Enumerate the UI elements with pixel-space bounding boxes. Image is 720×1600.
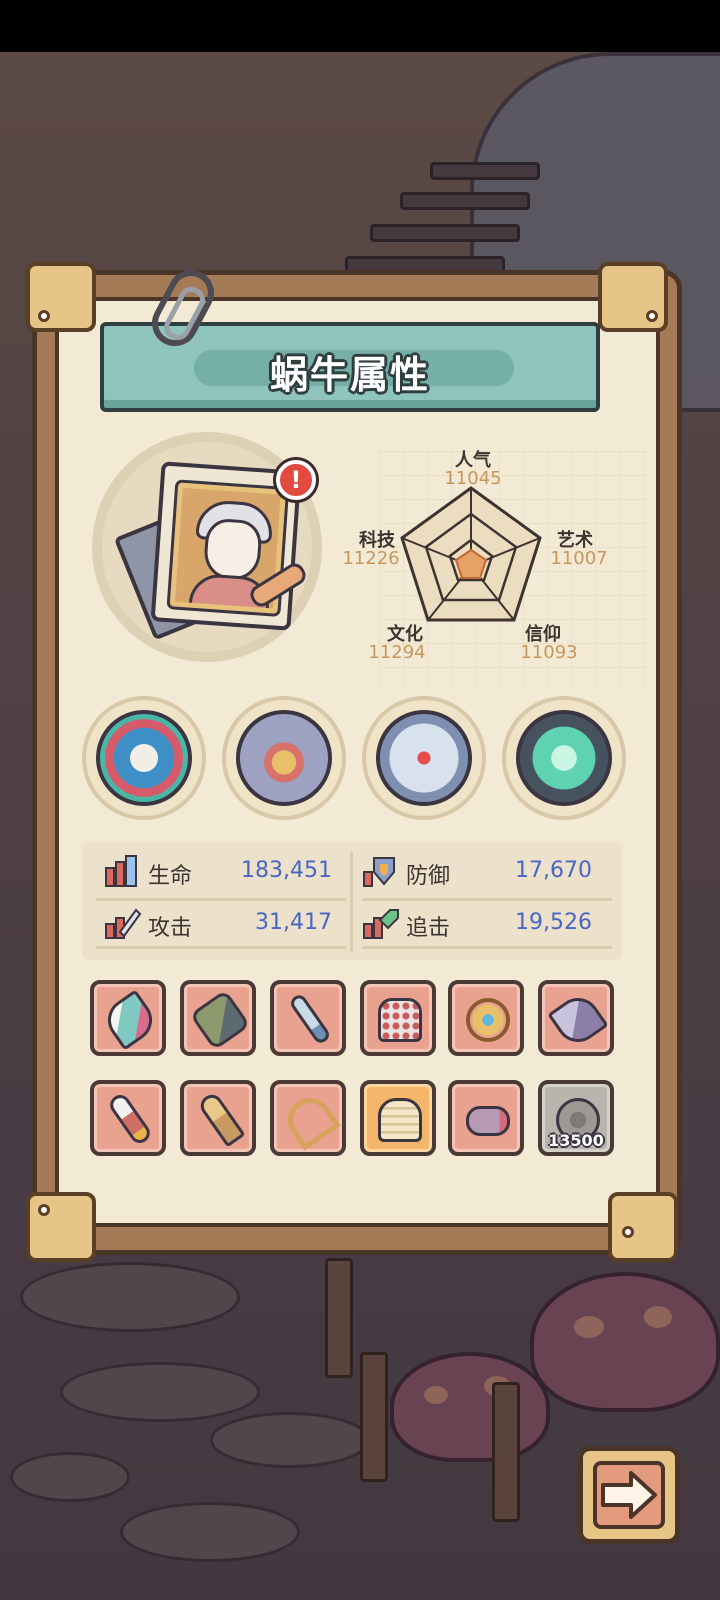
stat-value-defense: 17,670	[515, 858, 592, 883]
unlock-cost: 13500	[548, 1131, 604, 1150]
panel-corner-bottom-right	[608, 1192, 678, 1262]
scroll-icon	[466, 1106, 510, 1136]
stat-value-pursuit: 19,526	[515, 910, 592, 935]
equipment-slot[interactable]	[448, 980, 524, 1056]
attack-stat-icon	[105, 908, 142, 939]
stat-value-attack: 31,417	[255, 910, 332, 935]
jade-portal-relic-icon	[516, 710, 612, 806]
equipment-slot[interactable]	[360, 980, 436, 1056]
bow-icon	[279, 1089, 341, 1151]
radar-value-popularity: 11045	[444, 468, 502, 489]
relic-slot-4[interactable]	[502, 696, 626, 820]
stat-label-pursuit: 追击	[406, 916, 451, 941]
drill-staff-icon	[106, 1091, 154, 1147]
equipment-slot[interactable]	[90, 980, 166, 1056]
sword-icon	[287, 992, 333, 1046]
equipment-slot-locked[interactable]: 13500	[538, 1080, 614, 1156]
radar-value-culture: 11294	[368, 642, 426, 663]
equipment-slot[interactable]	[538, 980, 614, 1056]
hammer-icon	[189, 989, 251, 1051]
relic-slot-2[interactable]	[222, 696, 346, 820]
radar-value-technology: 11226	[342, 548, 400, 569]
equipment-slot[interactable]	[360, 1080, 436, 1156]
arrow-right-icon	[601, 1471, 657, 1519]
next-button[interactable]	[578, 1446, 680, 1544]
sea-monster-relic-icon	[96, 710, 192, 806]
feather-icon	[99, 989, 161, 1051]
equipment-slot[interactable]	[270, 980, 346, 1056]
equipment-slot[interactable]	[180, 980, 256, 1056]
panel-corner-top-left	[26, 262, 96, 332]
panel-corner-top-right	[598, 262, 668, 332]
page-title: 蜗牛属性	[269, 353, 430, 397]
defense-stat-icon	[363, 857, 395, 887]
stat-label-defense: 防御	[406, 864, 451, 889]
mummy-trophy-icon	[378, 1098, 422, 1142]
skull-mace-icon	[196, 1090, 246, 1148]
equipment-slot[interactable]	[90, 1080, 166, 1156]
crystal-icon	[547, 989, 609, 1051]
stat-label-health: 生命	[148, 864, 193, 889]
compass-relic-icon	[376, 710, 472, 806]
relic-slot-3[interactable]	[362, 696, 486, 820]
stats-panel: 生命 183,451 防御 17,670 攻击 31,417 追击 19,526	[82, 842, 622, 960]
alert-badge[interactable]: !	[276, 460, 316, 500]
radar-value-faith: 11093	[520, 642, 578, 663]
panel-corner-bottom-left	[26, 1192, 96, 1262]
relic-slot-1[interactable]	[82, 696, 206, 820]
radar-value-art: 11007	[550, 548, 608, 569]
stat-value-health: 183,451	[241, 858, 332, 883]
robe-icon	[378, 998, 422, 1042]
ring-icon	[466, 998, 510, 1042]
mech-arm-relic-icon	[236, 710, 332, 806]
status-bar	[0, 0, 720, 52]
equipment-slot[interactable]	[180, 1080, 256, 1156]
health-stat-icon	[105, 855, 137, 887]
pursuit-stat-icon	[363, 909, 399, 939]
equipment-slot[interactable]	[448, 1080, 524, 1156]
stat-label-attack: 攻击	[148, 916, 193, 941]
attribute-radar-chart	[400, 486, 542, 622]
equipment-slot[interactable]	[270, 1080, 346, 1156]
